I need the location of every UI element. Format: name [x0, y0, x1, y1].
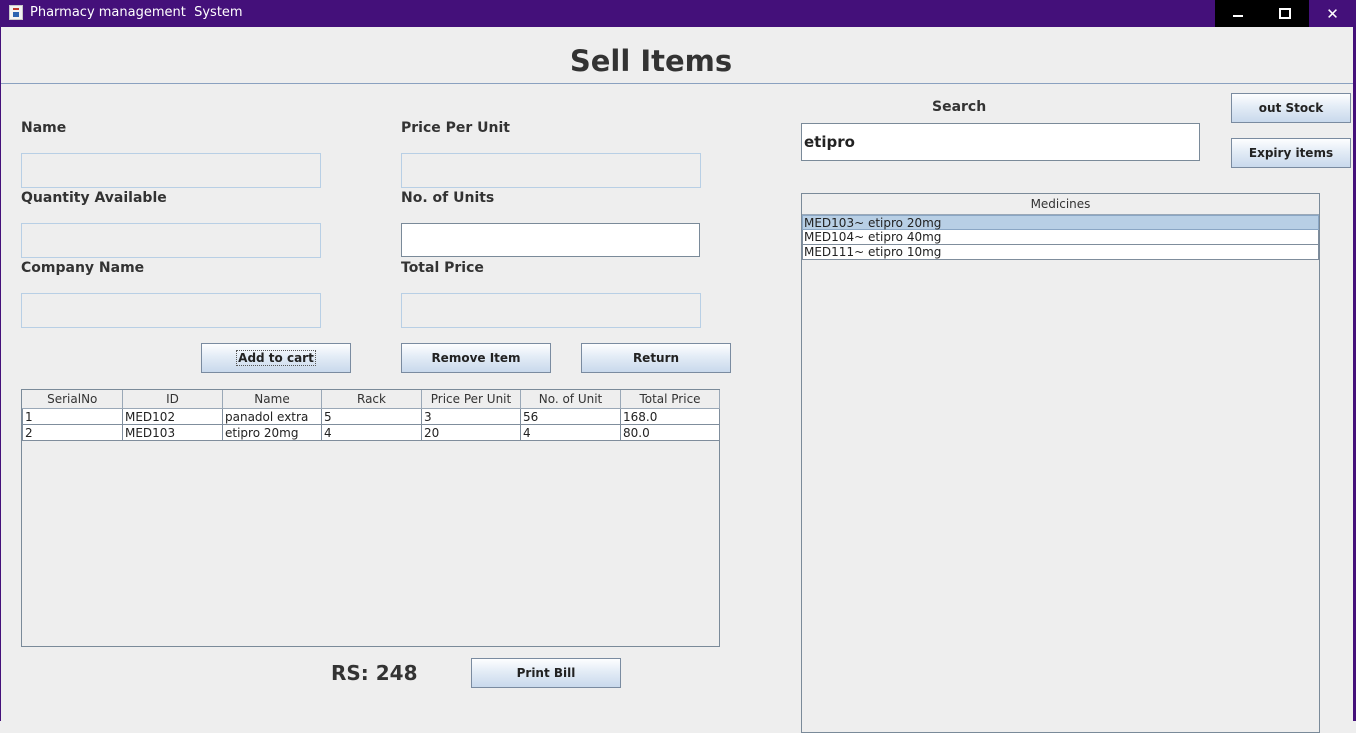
quantity-available-label: Quantity Available	[21, 190, 167, 206]
cell-id: MED102	[122, 408, 223, 425]
column-header-total-price[interactable]: Total Price	[620, 390, 720, 409]
column-header-rack[interactable]: Rack	[321, 390, 422, 409]
cell-id: MED103	[122, 424, 223, 441]
cell-total-price: 80.0	[620, 424, 720, 441]
close-icon: ✕	[1326, 4, 1339, 23]
table-row[interactable]: 2 MED103 etipro 20mg 4 20 4 80.0	[22, 424, 720, 441]
window-title: Pharmacy management System	[30, 5, 243, 20]
out-stock-button[interactable]: out Stock	[1231, 93, 1351, 123]
table-row[interactable]: 1 MED102 panadol extra 5 3 56 168.0	[22, 408, 720, 425]
quantity-available-field[interactable]	[21, 223, 321, 258]
remove-item-button[interactable]: Remove Item	[401, 343, 551, 373]
cart-table[interactable]: SerialNo ID Name Rack Price Per Unit No.…	[21, 389, 720, 647]
maximize-button[interactable]	[1261, 0, 1309, 27]
window-border-left	[0, 27, 1, 721]
medicine-list-item[interactable]: MED104~ etipro 40mg	[802, 230, 1319, 245]
return-button[interactable]: Return	[581, 343, 731, 373]
column-header-id[interactable]: ID	[122, 390, 223, 409]
cell-rack: 4	[321, 424, 422, 441]
price-per-unit-field[interactable]	[401, 153, 701, 188]
add-to-cart-label: Add to cart	[236, 350, 316, 366]
company-name-label: Company Name	[21, 260, 145, 276]
minimize-icon	[1233, 14, 1243, 17]
cell-serialno: 2	[22, 424, 123, 441]
column-header-serialno[interactable]: SerialNo	[22, 390, 123, 409]
cell-price-per-unit: 3	[421, 408, 521, 425]
cell-name: panadol extra	[222, 408, 322, 425]
java-app-icon	[9, 5, 23, 20]
medicine-list-item[interactable]: MED111~ etipro 10mg	[802, 245, 1319, 260]
add-to-cart-button[interactable]: Add to cart	[201, 343, 351, 373]
cell-rack: 5	[321, 408, 422, 425]
name-label: Name	[21, 120, 67, 136]
maximize-icon	[1279, 8, 1291, 19]
cell-price-per-unit: 20	[421, 424, 521, 441]
bill-total: RS: 248	[331, 661, 418, 685]
print-bill-button[interactable]: Print Bill	[471, 658, 621, 688]
company-name-field[interactable]	[21, 293, 321, 328]
no-of-units-label: No. of Units	[401, 190, 495, 206]
medicine-list-item-selected[interactable]: MED103~ etipro 20mg	[802, 215, 1319, 230]
name-field[interactable]	[21, 153, 321, 188]
search-input[interactable]: etipro	[801, 123, 1200, 161]
medicines-table[interactable]: Medicines MED103~ etipro 20mg MED104~ et…	[801, 193, 1320, 733]
price-per-unit-label: Price Per Unit	[401, 120, 510, 136]
column-header-price-per-unit[interactable]: Price Per Unit	[421, 390, 521, 409]
cart-table-header: SerialNo ID Name Rack Price Per Unit No.…	[22, 390, 720, 409]
column-header-name[interactable]: Name	[222, 390, 322, 409]
close-button[interactable]: ✕	[1309, 0, 1356, 27]
medicines-header[interactable]: Medicines	[802, 194, 1319, 215]
search-label: Search	[932, 99, 987, 115]
total-price-field[interactable]	[401, 293, 701, 328]
cell-total-price: 168.0	[620, 408, 720, 425]
cell-name: etipro 20mg	[222, 424, 322, 441]
expiry-items-button[interactable]: Expiry items	[1231, 138, 1351, 168]
title-separator	[1, 83, 1353, 84]
column-header-no-of-unit[interactable]: No. of Unit	[520, 390, 621, 409]
cell-no-of-unit: 4	[520, 424, 621, 441]
minimize-button[interactable]	[1215, 0, 1261, 27]
no-of-units-input[interactable]	[401, 223, 700, 257]
total-price-label: Total Price	[401, 260, 484, 276]
cell-serialno: 1	[22, 408, 123, 425]
cell-no-of-unit: 56	[520, 408, 621, 425]
page-title: Sell Items	[569, 44, 733, 78]
